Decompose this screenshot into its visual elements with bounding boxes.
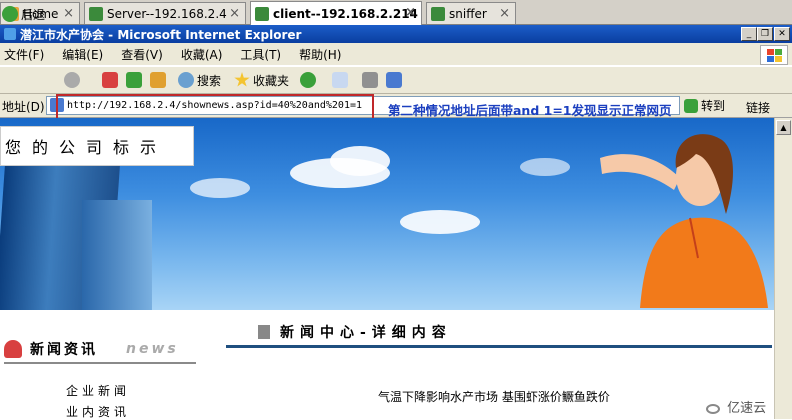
edit-icon[interactable] bbox=[386, 72, 402, 88]
news-section-header: 新闻资讯 news bbox=[4, 336, 196, 364]
doc-icon bbox=[258, 324, 270, 339]
search-icon bbox=[178, 72, 194, 88]
menu-view[interactable]: 查看(V) bbox=[121, 46, 163, 63]
menu-help[interactable]: 帮助(H) bbox=[299, 46, 341, 63]
forward-arrow-icon[interactable] bbox=[64, 72, 80, 88]
menu-edit[interactable]: 编辑(E) bbox=[62, 46, 103, 63]
close-icon[interactable]: × bbox=[229, 6, 240, 21]
vm-icon bbox=[89, 6, 103, 21]
address-label: 地址(D) bbox=[2, 100, 45, 114]
window-titlebar: 潜江市水产协会 - Microsoft Internet Explorer bbox=[0, 25, 792, 43]
back-label: 后退 bbox=[21, 7, 46, 22]
close-icon[interactable]: × bbox=[405, 5, 416, 20]
search-button[interactable]: 搜索 bbox=[178, 71, 221, 89]
menu-favorites[interactable]: 收藏(A) bbox=[181, 46, 223, 63]
tab-label: Server--192.168.2.4 bbox=[107, 6, 227, 21]
stop-icon[interactable] bbox=[102, 72, 118, 88]
ie-icon bbox=[4, 28, 16, 40]
vertical-scrollbar[interactable]: ▲ bbox=[774, 118, 792, 419]
go-label: 转到 bbox=[701, 99, 726, 113]
tab-server[interactable]: Server--192.168.2.4 × bbox=[84, 2, 246, 24]
news-title: 新闻资讯 bbox=[30, 342, 98, 358]
links-label[interactable]: 链接 bbox=[746, 99, 770, 116]
home-icon[interactable] bbox=[150, 72, 166, 88]
scroll-up-icon[interactable]: ▲ bbox=[776, 120, 791, 135]
back-arrow-icon bbox=[2, 6, 18, 22]
woman-graphic bbox=[600, 134, 768, 308]
tab-sniffer[interactable]: sniffer × bbox=[426, 2, 516, 24]
menu-tools[interactable]: 工具(T) bbox=[240, 46, 281, 63]
news-headline[interactable]: 气温下降影响水产市场 基围虾涨价鳜鱼跌价 bbox=[378, 388, 610, 405]
watermark-logo-icon bbox=[706, 403, 720, 414]
logo-text: 您的公司标示 bbox=[5, 138, 168, 157]
user-icon bbox=[4, 340, 22, 358]
tab-client[interactable]: client--192.168.2.214 × bbox=[250, 1, 422, 25]
go-arrow-icon bbox=[684, 98, 698, 113]
go-button[interactable]: 转到 bbox=[684, 97, 725, 114]
watermark: 亿速云 bbox=[706, 397, 766, 416]
minimize-button[interactable]: _ bbox=[741, 27, 757, 41]
print-icon[interactable] bbox=[362, 72, 378, 88]
favorites-label: 收藏夹 bbox=[253, 73, 290, 88]
cloud bbox=[400, 210, 480, 234]
refresh-icon[interactable] bbox=[126, 72, 142, 88]
tab-label: sniffer bbox=[449, 6, 487, 21]
windows-logo-icon bbox=[760, 45, 788, 65]
annotation-text: 第二种情况地址后面带and 1=1发现显示正常网页 bbox=[388, 103, 672, 118]
cloud bbox=[520, 158, 570, 176]
side-item-company-news[interactable]: 企业新闻 bbox=[66, 382, 130, 399]
cloud bbox=[330, 146, 390, 176]
restore-button[interactable]: ❐ bbox=[757, 27, 773, 41]
close-icon[interactable]: × bbox=[63, 6, 74, 21]
vm-icon bbox=[431, 6, 445, 21]
building-graphic bbox=[82, 200, 152, 310]
tab-label: client--192.168.2.214 bbox=[273, 6, 418, 21]
vm-tab-strip: Home × Server--192.168.2.4 × client--192… bbox=[0, 0, 792, 25]
history-icon[interactable] bbox=[300, 72, 316, 88]
detail-title: 新闻中心-详细内容 bbox=[280, 324, 452, 341]
cloud bbox=[190, 178, 250, 198]
side-item-industry-news[interactable]: 业内资讯 bbox=[66, 403, 130, 420]
menu-bar: 文件(F) 编辑(E) 查看(V) 收藏(A) 工具(T) 帮助(H) bbox=[0, 43, 792, 66]
vm-icon bbox=[255, 6, 269, 21]
back-button[interactable]: 后退 bbox=[2, 5, 45, 23]
favorites-button[interactable]: 收藏夹 bbox=[234, 71, 289, 89]
close-button[interactable]: ✕ bbox=[774, 27, 790, 41]
close-icon[interactable]: × bbox=[499, 6, 510, 21]
detail-header: 新闻中心-详细内容 bbox=[226, 318, 772, 348]
highlight-box bbox=[56, 94, 374, 120]
company-logo: 您的公司标示 bbox=[0, 126, 194, 166]
star-icon bbox=[234, 72, 250, 87]
window-title: 潜江市水产协会 - Microsoft Internet Explorer bbox=[20, 27, 302, 42]
search-label: 搜索 bbox=[197, 73, 222, 88]
news-en-label: news bbox=[126, 341, 179, 357]
watermark-text: 亿速云 bbox=[727, 401, 767, 416]
menu-file[interactable]: 文件(F) bbox=[4, 46, 44, 63]
mail-icon[interactable] bbox=[332, 72, 348, 88]
